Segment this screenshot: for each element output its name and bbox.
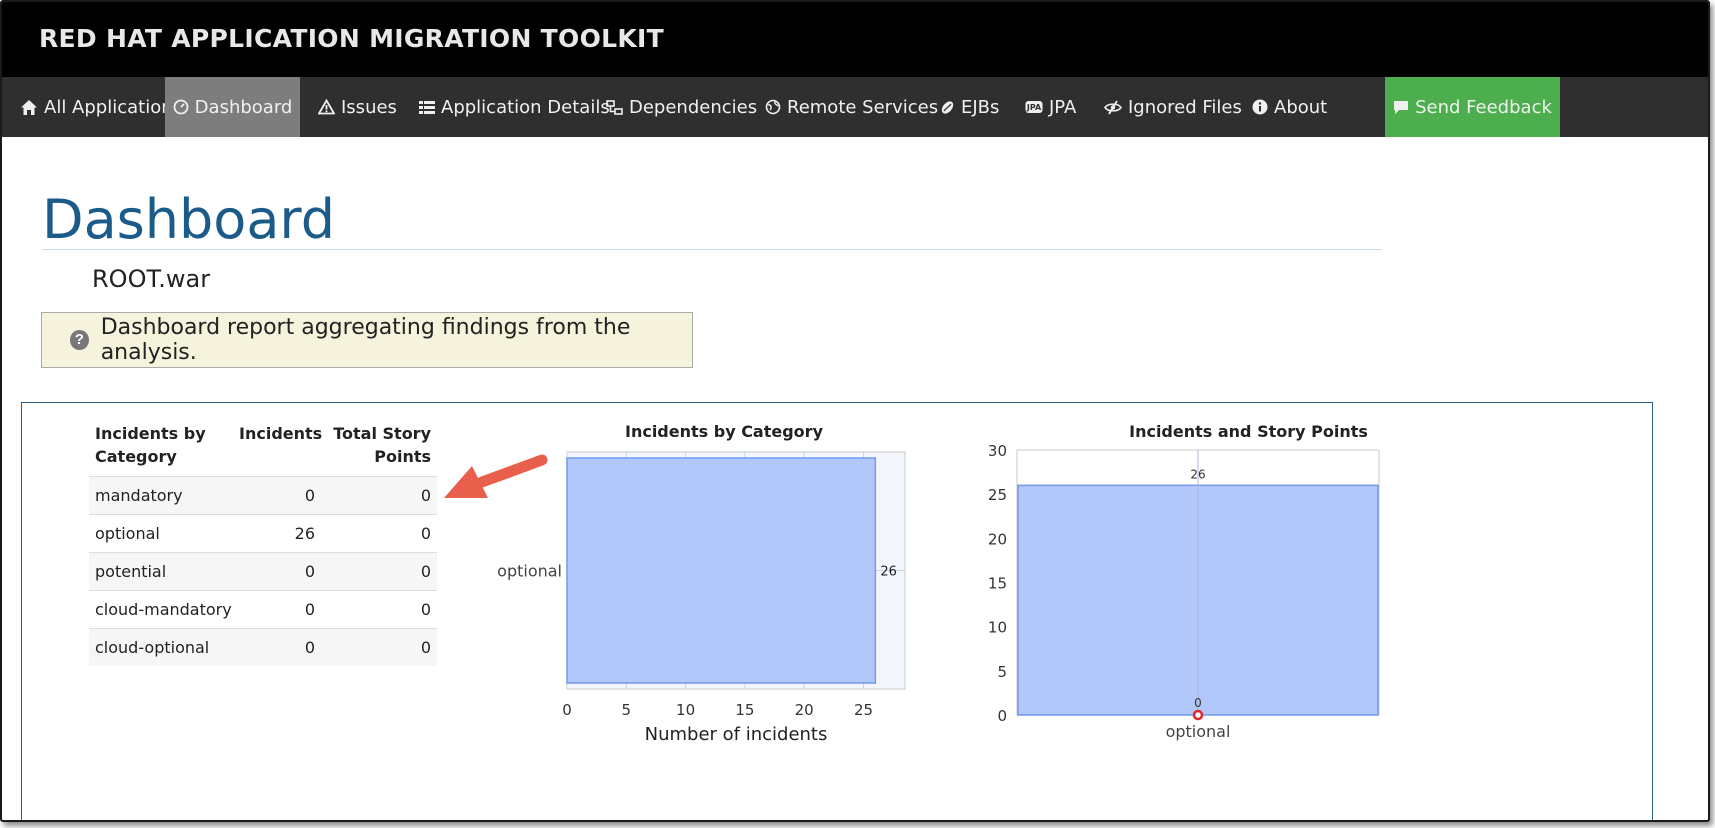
nav-label: Dependencies [629,96,758,118]
eye-slash-icon [1104,100,1122,114]
cell-incidents: 0 [304,600,315,619]
y-tick-label: 25 [988,486,1007,504]
bar [566,457,877,684]
nav-ignored-files[interactable]: Ignored Files [1104,77,1242,137]
y-tick-label: 30 [988,442,1007,460]
bean-icon [941,100,954,114]
comment-icon [1394,100,1409,114]
cell-category: cloud-mandatory [95,600,232,619]
chart1-title: Incidents by Category [624,422,823,441]
nav-label: All Applications [44,96,182,118]
feedback-label: Send Feedback [1415,96,1552,118]
y-tick-label: 5 [997,663,1007,681]
dashboard-icon [173,99,189,115]
y-tick-label: 10 [988,619,1007,637]
cell-points: 0 [420,486,431,505]
nav-dependencies[interactable]: Dependencies [606,77,757,137]
nav-label: Application Details [441,96,610,118]
data-label: 26 [880,565,897,580]
y-tick-label: 15 [988,575,1007,593]
nav-label: Remote Services [787,96,939,118]
y-tick-label: 0 [997,707,1007,725]
nav-jpa[interactable]: JPA JPA [1025,77,1076,137]
table-row: mandatory 0 0 [89,476,437,514]
nav-label: Ignored Files [1128,96,1242,118]
nav-remote-services[interactable]: Remote Services [765,77,938,137]
chart2-title: Incidents and Story Points [1129,422,1368,441]
cell-points: 0 [420,524,431,543]
incidents-table: Incidents by Category Incidents Total St… [89,422,437,666]
cell-points: 0 [420,638,431,657]
svg-text:JPA: JPA [1026,103,1042,112]
incidents-and-story-points-chart: 0 5 10 15 20 25 30 26 0 optional [988,442,1380,741]
page-title: Dashboard [42,188,335,251]
nav-dashboard[interactable]: Dashboard [165,77,300,137]
story-points-marker [1192,709,1204,721]
x-tick-label: 25 [854,701,873,719]
nav-label: About [1274,96,1328,118]
cell-incidents: 0 [304,562,315,581]
nav-all-applications[interactable]: All Applications [20,77,182,137]
jpa-icon: JPA [1025,101,1043,113]
cell-incidents: 26 [294,524,315,543]
header-story-points: Total Story Points [333,424,431,466]
home-icon [21,99,37,115]
info-circle-icon [1252,99,1268,115]
globe-icon [765,99,781,115]
x-tick-label: 10 [676,701,695,719]
nav-label: JPA [1049,96,1077,118]
cell-points: 0 [420,600,431,619]
warning-icon [318,99,335,115]
header-category: Incidents by Category [95,424,206,466]
nav-label: EJBs [961,96,1000,118]
x-tick-label: 20 [795,701,814,719]
table-row: cloud-mandatory 0 0 [89,590,437,628]
data-label: 26 [1190,467,1205,481]
table-row: potential 0 0 [89,552,437,590]
nav-issues[interactable]: Issues [318,77,397,137]
header-incidents: Incidents [239,424,323,443]
nav-ejbs[interactable]: EJBs [940,77,999,137]
question-icon: ? [70,330,89,350]
send-feedback-button[interactable]: Send Feedback [1385,77,1560,137]
x-category-label: optional [1166,722,1231,741]
y-category-label: optional [497,562,562,581]
cell-incidents: 0 [304,486,315,505]
nav-label: Dashboard [194,96,293,118]
table-row: optional 26 0 [89,514,437,552]
nav-application-details[interactable]: Application Details [419,77,610,137]
incidents-by-category-chart: 0 5 10 15 20 25 26 optional Number of incidents [497,451,906,745]
x-tick-label: 0 [562,701,572,719]
cell-category: potential [95,562,167,581]
info-text: Dashboard report aggregating findings fr… [100,315,631,365]
table-header: Incidents by Category Incidents Total St… [89,422,437,476]
point-label: 0 [1194,696,1202,710]
cell-category: cloud-optional [95,638,210,657]
main-nav: All Applications Dashboard Issues Applic… [2,77,1708,137]
x-tick-label: 15 [735,701,754,719]
info-box: ? Dashboard report aggregating findings … [41,312,693,368]
x-tick-label: 5 [622,701,632,719]
cell-incidents: 0 [304,638,315,657]
dependencies-icon [606,99,623,115]
list-icon [419,100,435,114]
y-tick-label: 20 [988,530,1007,548]
nav-label: Issues [341,96,397,118]
page-subtitle: ROOT.war [92,265,211,293]
cell-points: 0 [420,562,431,581]
x-axis-title: Number of incidents [645,724,828,745]
cell-category: optional [95,524,160,543]
cell-category: mandatory [95,486,183,505]
nav-about[interactable]: About [1252,77,1327,137]
brand-bar: RED HAT APPLICATION MIGRATION TOOLKIT [2,2,1708,77]
browser-window: RED HAT APPLICATION MIGRATION TOOLKIT Al… [0,0,1710,822]
table-row: cloud-optional 0 0 [89,628,437,666]
app-title: RED HAT APPLICATION MIGRATION TOOLKIT [39,24,664,53]
title-divider [42,249,1382,250]
